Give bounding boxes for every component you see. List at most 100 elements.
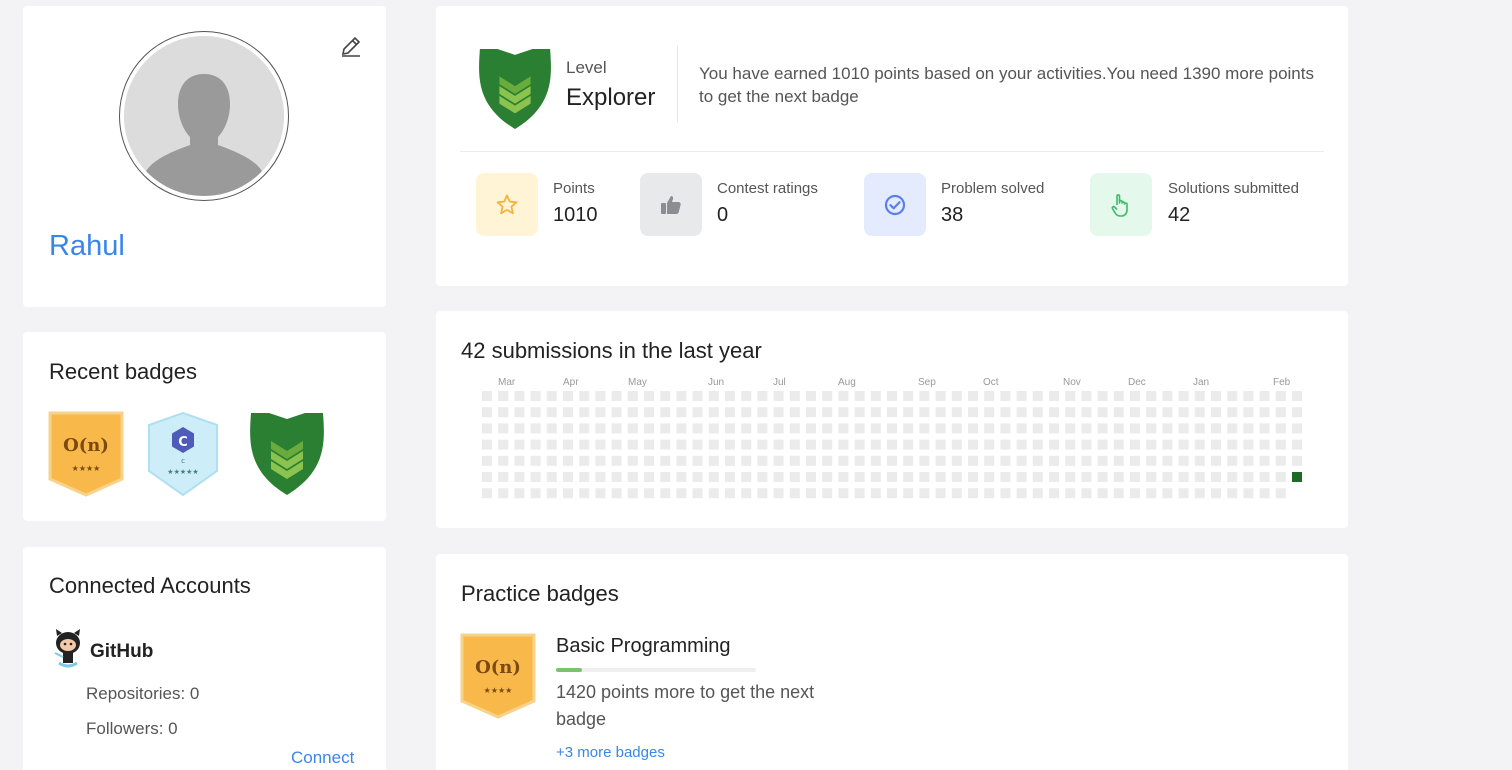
heatmap-cell[interactable] [903,391,914,401]
heatmap-cell[interactable] [498,488,509,499]
c-language-badge-icon[interactable]: C c ★★★★★ [147,411,219,502]
heatmap-cell[interactable] [968,472,978,482]
heatmap-cell[interactable] [1292,423,1302,434]
heatmap-cell[interactable] [595,455,606,466]
heatmap-cell[interactable] [968,391,978,401]
heatmap-cell[interactable] [514,407,525,418]
heatmap-cell[interactable] [822,391,833,401]
heatmap-cell[interactable] [1097,391,1108,401]
heatmap-cell[interactable] [1130,407,1140,418]
heatmap-cell[interactable] [1259,423,1270,434]
heatmap-cell[interactable] [1113,407,1124,418]
heatmap-cell[interactable] [1194,455,1205,466]
heatmap-cell[interactable] [579,423,590,434]
heatmap-cell[interactable] [1178,472,1189,482]
heatmap-cell[interactable] [482,455,492,466]
heatmap-cell[interactable] [1130,391,1140,401]
heatmap-cell[interactable] [1016,391,1027,401]
heatmap-cell[interactable] [1049,472,1059,482]
heatmap-cell[interactable] [806,488,816,499]
heatmap-cell[interactable] [789,472,800,482]
heatmap-cell[interactable] [725,455,735,466]
heatmap-cell[interactable] [530,472,541,482]
heatmap-cell[interactable] [1146,407,1157,418]
avatar[interactable] [119,31,289,201]
heatmap-cell[interactable] [968,407,978,418]
heatmap-cell[interactable] [870,407,881,418]
heatmap-cell[interactable] [1178,423,1189,434]
heatmap-cell[interactable] [870,439,881,450]
heatmap-cell[interactable] [563,488,573,499]
heatmap-cell[interactable] [1178,407,1189,418]
heatmap-cell[interactable] [1081,423,1092,434]
heatmap-cell[interactable] [1146,423,1157,434]
heatmap-cell[interactable] [773,439,784,450]
heatmap-cell[interactable] [498,407,509,418]
heatmap-cell[interactable] [1097,455,1108,466]
heatmap-cell[interactable] [563,407,573,418]
heatmap-cell[interactable] [1081,407,1092,418]
heatmap-cell[interactable] [951,439,962,450]
heatmap-cell[interactable] [611,488,622,499]
heatmap-cell[interactable] [903,455,914,466]
heatmap-cell[interactable] [951,423,962,434]
heatmap-cell[interactable] [482,407,492,418]
heatmap-cell[interactable] [935,391,946,401]
heatmap-cell[interactable] [611,472,622,482]
heatmap-cell[interactable] [887,391,897,401]
heatmap-cell[interactable] [935,455,946,466]
heatmap-cell[interactable] [903,488,914,499]
heatmap-cell[interactable] [514,391,525,401]
heatmap-cell[interactable] [757,472,768,482]
heatmap-cell[interactable] [789,488,800,499]
heatmap-cell[interactable] [676,391,687,401]
heatmap-cell[interactable] [806,407,816,418]
heatmap-cell[interactable] [1194,472,1205,482]
heatmap-cell[interactable] [514,472,525,482]
heatmap-cell[interactable] [1097,423,1108,434]
heatmap-cell[interactable] [838,488,849,499]
heatmap-cell[interactable] [1211,423,1221,434]
heatmap-cell[interactable] [1146,439,1157,450]
heatmap-cell[interactable] [676,439,687,450]
heatmap-cell[interactable] [773,455,784,466]
heatmap-cell[interactable] [708,391,719,401]
heatmap-cell[interactable] [919,472,930,482]
heatmap-cell[interactable] [1032,455,1043,466]
heatmap-cell[interactable] [1211,407,1221,418]
heatmap-cell[interactable] [692,391,703,401]
heatmap-cell[interactable] [676,488,687,499]
heatmap-cell[interactable] [1032,423,1043,434]
heatmap-cell[interactable] [919,407,930,418]
heatmap-cell[interactable] [741,455,752,466]
heatmap-cell[interactable] [546,488,557,499]
heatmap-cell[interactable] [773,488,784,499]
heatmap-cell[interactable] [1227,488,1238,499]
heatmap-cell[interactable] [887,407,897,418]
heatmap-cell[interactable] [838,455,849,466]
heatmap-cell[interactable] [1081,391,1092,401]
heatmap-cell[interactable] [968,455,978,466]
heatmap-cell[interactable] [1016,488,1027,499]
heatmap-cell[interactable] [1000,455,1011,466]
heatmap-cell[interactable] [1065,455,1076,466]
heatmap-cell[interactable] [741,472,752,482]
heatmap-cell[interactable] [822,472,833,482]
heatmap-cell[interactable] [887,472,897,482]
heatmap-cell[interactable] [1259,455,1270,466]
heatmap-cell[interactable] [546,391,557,401]
heatmap-cell[interactable] [595,391,606,401]
heatmap-cell[interactable] [1065,472,1076,482]
heatmap-cell[interactable] [838,407,849,418]
heatmap-cell[interactable] [951,472,962,482]
heatmap-cell[interactable] [1243,391,1254,401]
heatmap-cell[interactable] [708,439,719,450]
heatmap-cell[interactable] [1016,407,1027,418]
heatmap-cell[interactable] [725,407,735,418]
heatmap-cell[interactable] [1113,391,1124,401]
heatmap-cell[interactable] [984,488,995,499]
heatmap-cell[interactable] [627,439,638,450]
heatmap-cell[interactable] [563,439,573,450]
heatmap-cell[interactable] [838,472,849,482]
heatmap-cell[interactable] [708,407,719,418]
